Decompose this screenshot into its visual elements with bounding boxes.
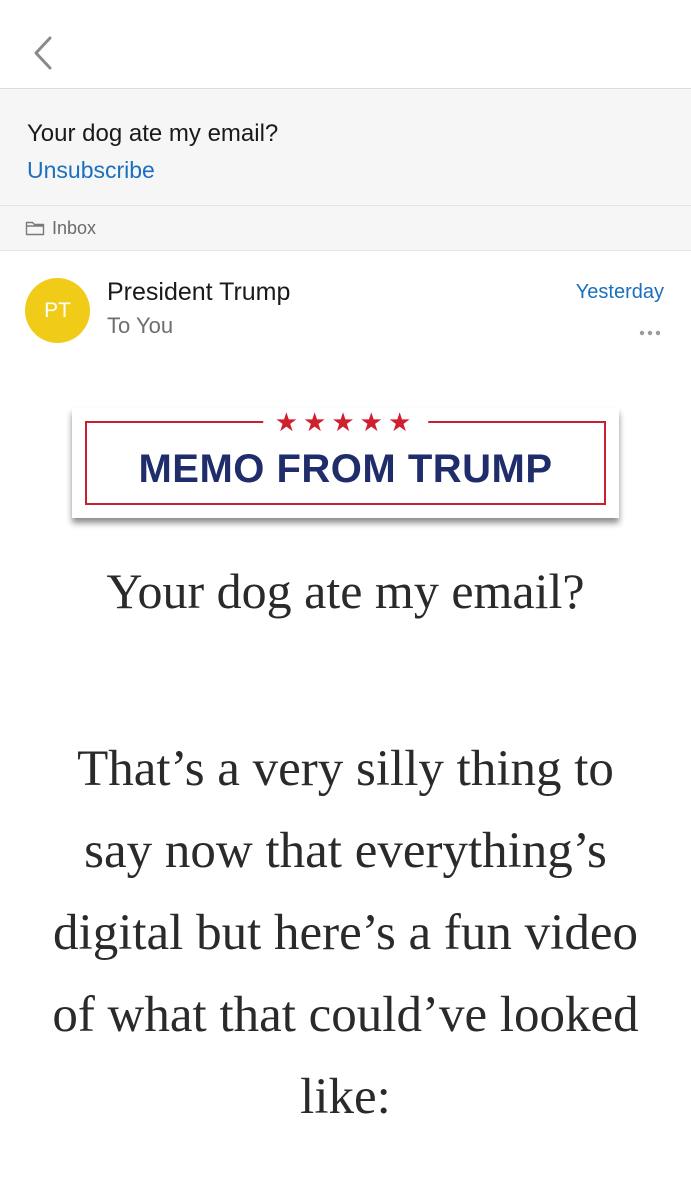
body-paragraph: That’s a very silly thing to say now tha…: [52, 741, 639, 1125]
avatar[interactable]: PT: [25, 278, 90, 343]
email-subject: Your dog ate my email?: [27, 120, 279, 147]
body-title: Your dog ate my email?: [106, 563, 585, 619]
banner-title: MEMO FROM TRUMP: [138, 447, 553, 491]
unsubscribe-link[interactable]: Unsubscribe: [27, 155, 691, 185]
subject-header: Your dog ate my email? Unsubscribe: [0, 89, 691, 206]
top-navigation-bar: [0, 0, 691, 89]
more-options-button[interactable]: [639, 323, 661, 341]
chevron-left-icon: [34, 36, 52, 70]
folder-label: Inbox: [52, 217, 97, 238]
more-horizontal-icon: [639, 330, 661, 336]
back-button[interactable]: [30, 34, 58, 74]
banner-stars: ★★★★★: [262, 409, 429, 435]
folder-icon: [25, 221, 45, 236]
sender-name[interactable]: President Trump: [107, 278, 290, 307]
recipient-label: To You: [107, 313, 174, 338]
sender-row[interactable]: PT President Trump To You Yesterday: [0, 251, 691, 361]
folder-indicator[interactable]: Inbox: [0, 206, 691, 251]
email-date: Yesterday: [575, 281, 664, 303]
email-body: Your dog ate my email? That’s a very sil…: [40, 560, 651, 1138]
memo-banner-image: ★★★★★ MEMO FROM TRUMP: [72, 408, 619, 518]
banner-frame: ★★★★★ MEMO FROM TRUMP: [85, 409, 606, 505]
